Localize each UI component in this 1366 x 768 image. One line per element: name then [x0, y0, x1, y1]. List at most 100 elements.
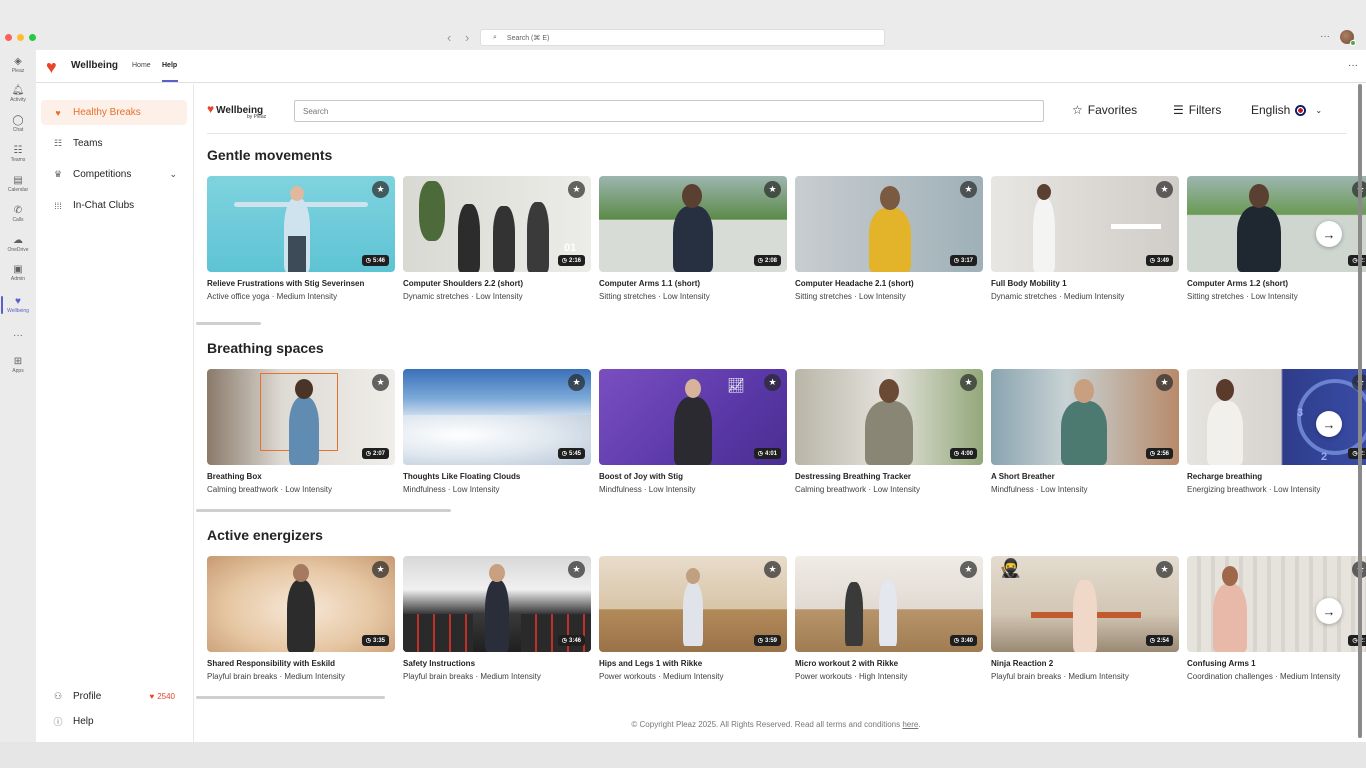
sidebar-item-teams[interactable]: ☷ Teams [41, 131, 187, 156]
favorite-star-icon[interactable]: ★ [372, 181, 389, 198]
sidebar-item-healthy-breaks[interactable]: ♥ Healthy Breaks [41, 100, 187, 125]
thumbnail-figure [1213, 584, 1247, 652]
favorites-button[interactable]: ☆ Favorites [1072, 103, 1137, 117]
video-card[interactable]: 📈︎ ★ ◷ 4:01 Boost of Joy with Stig Mindfu… [599, 369, 787, 494]
rail-item-more[interactable]: ··· [0, 330, 36, 341]
video-thumbnail: ★ ◷ 5:45 [403, 369, 591, 465]
forward-arrow-icon[interactable]: › [465, 31, 469, 44]
sidebar-item-help[interactable]: ⓘ Help [41, 709, 187, 734]
duration-value: 4:00 [960, 450, 973, 457]
rail-item-apps[interactable]: ⊞ Apps [0, 356, 36, 374]
profile-icon: ⚇ [53, 691, 63, 701]
duration-value: 4:01 [764, 450, 777, 457]
rail-label: Calls [12, 217, 24, 223]
favorite-star-icon[interactable]: ★ [1156, 181, 1173, 198]
sidebar-item-label: In-Chat Clubs [73, 200, 135, 211]
sidebar-item-label: Healthy Breaks [73, 107, 141, 118]
video-category: Coordination challenges · Medium Intensi… [1187, 672, 1341, 681]
video-thumbnail: 📈︎ ★ ◷ 4:01 [599, 369, 787, 465]
rail-item-pleaz[interactable]: ◈ Pleaz [0, 56, 36, 74]
tab-help[interactable]: Help [162, 62, 177, 69]
video-card[interactable]: ★ ◷ 3:40 Micro workout 2 with Rikke Power… [795, 556, 983, 681]
carousel-next-button[interactable]: → [1316, 221, 1342, 247]
thumbnail-overlay-number: 01 [564, 242, 577, 254]
rail-item-wellbeing[interactable]: ♥ Wellbeing [0, 296, 36, 314]
section-title: Active energizers [207, 527, 323, 543]
rail-item-calendar[interactable]: ▤ Calendar [0, 175, 36, 193]
duration-value: 2:16 [568, 257, 581, 264]
favorite-star-icon[interactable]: ★ [960, 561, 977, 578]
close-window-button[interactable] [5, 34, 12, 41]
sidebar-item-competitions[interactable]: ♛ Competitions ⌄ [41, 162, 187, 187]
carousel-next-button[interactable]: → [1316, 411, 1342, 437]
carousel-scrollbar[interactable] [196, 322, 261, 325]
trophy-icon: ♛ [53, 169, 63, 179]
sidebar-item-label: Profile [73, 691, 102, 702]
rail-label: Teams [10, 157, 26, 163]
video-card[interactable]: 🥷 ★ ◷ 2:54 Ninja Reaction 2 Playful brain… [991, 556, 1179, 681]
page-scrollbar-thumb[interactable] [1358, 84, 1362, 738]
favorite-star-icon[interactable]: ★ [568, 561, 585, 578]
arrow-right-icon: → [1322, 416, 1336, 432]
more-options-icon[interactable]: ··· [1320, 31, 1330, 42]
sidebar-item-profile[interactable]: ⚇ Profile ♥ 2540 [41, 684, 187, 709]
carousel-scrollbar[interactable] [196, 509, 451, 512]
favorite-star-icon[interactable]: ★ [1156, 374, 1173, 391]
back-arrow-icon[interactable]: ‹ [447, 31, 451, 44]
favorite-star-icon[interactable]: ★ [764, 561, 781, 578]
video-card[interactable]: ★ ◷ 5:46 Relieve Frustrations with Stig S… [207, 176, 395, 301]
carousel-next-button[interactable]: → [1316, 598, 1342, 624]
rail-item-onedrive[interactable]: ☁ OneDrive [0, 235, 36, 253]
favorite-star-icon[interactable]: ★ [764, 374, 781, 391]
favorite-star-icon[interactable]: ★ [568, 181, 585, 198]
video-card[interactable]: ★ ◷ 3:46 Safety Instructions Playful brai… [403, 556, 591, 681]
more-options-icon[interactable]: ··· [1348, 60, 1358, 71]
duration-value: 3:40 [960, 637, 973, 644]
favorite-star-icon[interactable]: ★ [568, 374, 585, 391]
video-card[interactable]: ★ ◷ 3:49 Full Body Mobility 1 Dynamic str… [991, 176, 1179, 301]
filters-button[interactable]: ☰ Filters [1173, 103, 1221, 117]
clock-icon: ◷ [953, 258, 959, 264]
rail-item-admin[interactable]: ▣ Admin [0, 264, 36, 282]
video-card[interactable]: ★ ◷ 4:00 Destressing Breathing Tracker Ca… [795, 369, 983, 494]
global-search-input[interactable]: ⌕ Search (⌘ E) [480, 29, 885, 46]
video-card[interactable]: ★ ◷ 2:08 Computer Arms 1.1 (short) Sittin… [599, 176, 787, 301]
search-input[interactable] [294, 100, 1044, 122]
video-card[interactable]: ★ ◷ 2:56 A Short Breather Mindfulness · L… [991, 369, 1179, 494]
favorite-star-icon[interactable]: ★ [1156, 561, 1173, 578]
video-thumbnail: ★ ◷ 3:46 [403, 556, 591, 652]
rail-item-activity[interactable]: 🔔︎ Activity [0, 85, 36, 103]
minimize-window-button[interactable] [17, 34, 24, 41]
divider [207, 133, 1347, 134]
video-title: Micro workout 2 with Rikke [795, 659, 899, 668]
rail-label: Chat [12, 127, 24, 133]
video-card[interactable]: ★ ◷ 3:17 Computer Headache 2.1 (short) Si… [795, 176, 983, 301]
more-icon: ··· [13, 330, 23, 341]
duration-badge: ◷ 4:01 [753, 448, 781, 459]
favorite-star-icon[interactable]: ★ [764, 181, 781, 198]
thumbnail-figure [1033, 198, 1055, 272]
video-card[interactable]: ★ ◷ 2:07 Breathing Box Calming breathwork… [207, 369, 395, 494]
carousel-scrollbar[interactable] [196, 696, 385, 699]
video-card[interactable]: 01 ★ ◷ 2:16 Computer Shoulders 2.2 (short… [403, 176, 591, 301]
video-card[interactable]: ★ ◷ 3:59 Hips and Legs 1 with Rikke Power… [599, 556, 787, 681]
sidebar-item-in-chat-clubs[interactable]: ⁞⁞⁞ In-Chat Clubs [41, 193, 187, 218]
maximize-window-button[interactable] [29, 34, 36, 41]
video-card[interactable]: ★ ◷ 3:35 Shared Responsibility with Eskil… [207, 556, 395, 681]
favorite-star-icon[interactable]: ★ [960, 374, 977, 391]
rail-label: Calendar [7, 187, 29, 193]
tab-home[interactable]: Home [132, 62, 151, 69]
favorite-star-icon[interactable]: ★ [372, 561, 389, 578]
rail-item-calls[interactable]: ✆ Calls [0, 205, 36, 223]
rail-item-teams[interactable]: ☷ Teams [0, 145, 36, 163]
language-select[interactable]: English ⌄ [1251, 103, 1322, 117]
favorite-star-icon[interactable]: ★ [372, 374, 389, 391]
terms-link[interactable]: here [902, 720, 918, 729]
rail-label: Wellbeing [7, 308, 29, 314]
footer-end: . [918, 720, 921, 729]
video-card[interactable]: ★ ◷ 5:45 Thoughts Like Floating Clouds Mi… [403, 369, 591, 494]
favorite-star-icon[interactable]: ★ [960, 181, 977, 198]
rail-item-chat[interactable]: ◯ Chat [0, 115, 36, 133]
video-category: Mindfulness · Low Intensity [403, 485, 500, 494]
star-icon: ☆ [1072, 103, 1083, 117]
